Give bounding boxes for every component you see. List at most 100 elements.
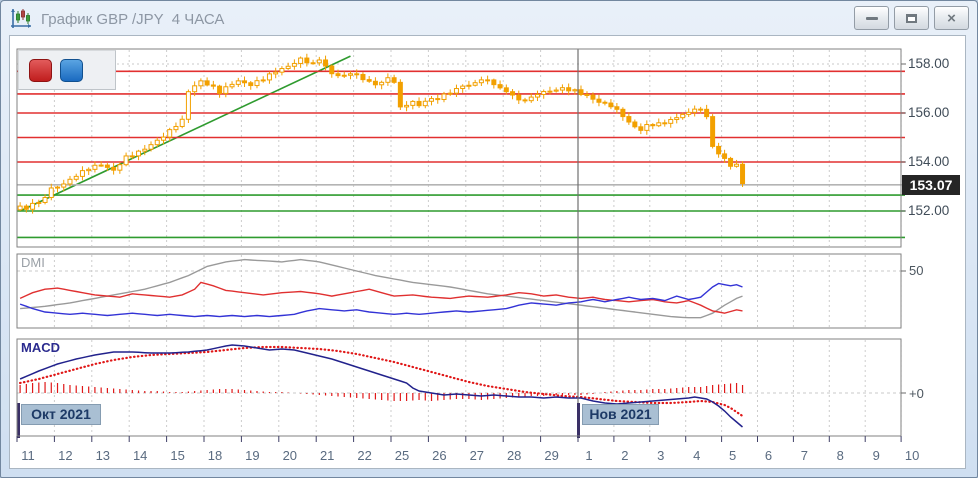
day-label: 28 <box>501 448 527 463</box>
day-label: 21 <box>314 448 340 463</box>
candle-body <box>62 184 66 187</box>
candle-body <box>305 58 309 63</box>
price-label: 158.00 <box>908 56 963 71</box>
candle-body <box>299 58 303 63</box>
candle-body <box>398 82 402 107</box>
candle-body <box>486 80 490 81</box>
day-label: 25 <box>389 448 415 463</box>
pane-bg-1 <box>17 254 901 328</box>
candle-body <box>174 126 178 129</box>
candle-body <box>24 206 28 209</box>
day-label: 29 <box>539 448 565 463</box>
candle-body <box>261 80 265 81</box>
candle-body <box>498 85 502 88</box>
candle-body <box>687 112 691 114</box>
candle-body <box>193 86 197 92</box>
day-label: 7 <box>791 448 817 463</box>
candle-body <box>68 179 72 184</box>
candle-body <box>633 122 637 127</box>
candle-body <box>693 109 697 112</box>
candle-body <box>454 89 458 94</box>
candle-body <box>417 101 421 105</box>
candle-body <box>31 203 35 209</box>
candle-body <box>143 149 147 151</box>
candle-body <box>330 66 334 74</box>
candle-body <box>211 85 215 86</box>
candle-body <box>43 198 47 203</box>
candle-body <box>124 156 128 165</box>
candle-body <box>130 156 134 157</box>
candle-body <box>224 87 228 94</box>
candle-body <box>657 123 661 126</box>
day-label: 1 <box>576 448 602 463</box>
candle-body <box>155 140 159 144</box>
candle-body <box>386 78 390 83</box>
chart-canvas[interactable] <box>1 1 978 478</box>
macd-axis-label: +0 <box>909 386 924 401</box>
month-label-nov: Нов 2021 <box>582 404 659 425</box>
candle-body <box>218 86 222 93</box>
candle-body <box>639 127 643 131</box>
chart-window: График GBP /JPY 4 ЧАСА × DMI MACD 50 +0 … <box>0 0 978 478</box>
day-label: 13 <box>90 448 116 463</box>
candle-body <box>336 74 340 76</box>
candle-body <box>535 94 539 97</box>
day-label: 26 <box>426 448 452 463</box>
candle-body <box>161 137 165 140</box>
candle-body <box>367 80 371 82</box>
candle-body <box>118 165 122 170</box>
candle-body <box>529 97 533 101</box>
day-label: 18 <box>202 448 228 463</box>
candle-body <box>517 95 521 100</box>
day-label: 15 <box>165 448 191 463</box>
candle-body <box>436 99 440 100</box>
candle-body <box>311 63 315 64</box>
candle-body <box>180 119 184 126</box>
candle-body <box>348 74 352 75</box>
candle-body <box>317 60 321 63</box>
day-label: 8 <box>827 448 853 463</box>
candle-body <box>448 93 452 94</box>
candle-body <box>274 72 278 74</box>
candle-body <box>621 109 625 116</box>
dmi-axis-label: 50 <box>909 263 923 278</box>
candle-body <box>80 171 84 177</box>
candle-body <box>105 165 109 167</box>
day-label: 4 <box>684 448 710 463</box>
candle-body <box>93 165 97 169</box>
candle-body <box>735 164 739 166</box>
candle-body <box>37 202 41 203</box>
red-marker-button[interactable] <box>29 59 52 82</box>
candle-body <box>675 118 679 120</box>
candle-body <box>380 82 384 84</box>
candle-body <box>280 69 284 73</box>
candle-body <box>236 81 240 85</box>
candle-body <box>609 103 613 107</box>
day-label: 22 <box>352 448 378 463</box>
candle-body <box>361 74 365 79</box>
candle-body <box>554 90 558 91</box>
candle-body <box>597 99 601 102</box>
candle-body <box>627 117 631 122</box>
candle-body <box>286 66 290 68</box>
candle-body <box>199 81 203 86</box>
candle-body <box>603 102 607 103</box>
candle-body <box>249 83 253 86</box>
candle-body <box>467 85 471 86</box>
day-label: 11 <box>15 448 41 463</box>
candle-body <box>373 81 377 84</box>
day-label: 12 <box>52 448 78 463</box>
candle-body <box>99 165 103 166</box>
macd-pane-label: MACD <box>21 340 60 355</box>
day-label: 5 <box>720 448 746 463</box>
candle-body <box>112 167 116 170</box>
candle-body <box>205 81 209 85</box>
price-label: 156.00 <box>908 105 963 120</box>
candle-body <box>651 125 655 126</box>
candle-body <box>573 90 577 91</box>
candle-body <box>49 188 53 198</box>
candle-body <box>186 92 190 120</box>
candle-body <box>729 158 733 166</box>
day-label: 10 <box>899 448 925 463</box>
blue-marker-button[interactable] <box>60 59 83 82</box>
